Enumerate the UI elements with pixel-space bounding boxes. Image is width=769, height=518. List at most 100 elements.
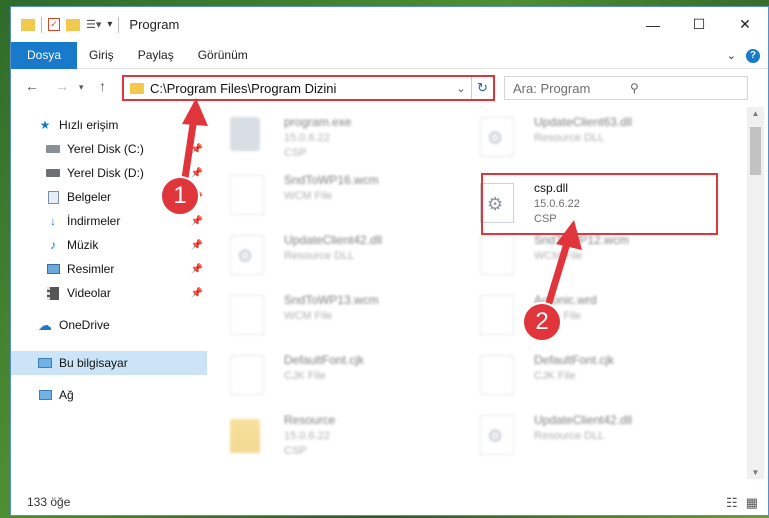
- file-name: DefaultFont.cjk: [534, 353, 615, 367]
- search-placeholder[interactable]: Ara: Program: [513, 81, 630, 96]
- window-controls: — ☐ ✕: [630, 7, 768, 42]
- minimize-icon[interactable]: —: [630, 7, 676, 42]
- sidebar-item-label: OneDrive: [59, 318, 110, 332]
- sidebar-item-label: Belgeler: [67, 190, 112, 204]
- drive-icon: [45, 166, 61, 180]
- sidebar-item-label: Hızlı erişim: [59, 118, 119, 132]
- sidebar-item-drive-c[interactable]: Yerel Disk (C:) 📌: [11, 137, 207, 161]
- address-path[interactable]: C:\Program Files\Program Dizini: [150, 81, 451, 96]
- pin-icon[interactable]: 📌: [191, 168, 203, 179]
- folder-icon[interactable]: [21, 18, 35, 31]
- dll-icon: [480, 117, 514, 157]
- back-icon[interactable]: ←: [25, 78, 39, 94]
- new-folder-icon[interactable]: [66, 18, 80, 31]
- list-item[interactable]: Resource 15.0.6.22 CSP: [216, 407, 456, 463]
- refresh-icon[interactable]: ↻: [471, 77, 493, 99]
- csp-dll-highlight: [481, 173, 718, 235]
- scroll-down-icon[interactable]: ▼: [747, 468, 764, 477]
- sidebar-item-this-pc[interactable]: Bu bilgisayar: [11, 351, 207, 375]
- pin-icon[interactable]: 📌: [191, 216, 203, 227]
- computer-icon: [37, 356, 53, 370]
- sidebar-item-onedrive[interactable]: ☁ OneDrive: [11, 313, 207, 337]
- sidebar-item-music[interactable]: ♪ Müzik 📌: [11, 233, 207, 257]
- list-item[interactable]: program.exe 15.0.6.22 CSP: [216, 109, 456, 165]
- file-name: UpdateClient63.dll: [534, 115, 633, 129]
- dll-icon: [480, 415, 514, 455]
- search-box[interactable]: Ara: Program ⚲: [504, 76, 748, 100]
- file-detail: 15.0.6.22: [284, 430, 330, 442]
- file-detail: CJK File: [534, 370, 576, 382]
- sidebar-item-label: Resimler: [67, 262, 115, 276]
- maximize-icon[interactable]: ☐: [676, 7, 722, 42]
- sidebar-item-pictures[interactable]: Resimler 📌: [11, 257, 207, 281]
- scroll-thumb[interactable]: [750, 127, 761, 175]
- sidebar-item-label: Ağ: [59, 388, 74, 402]
- list-item[interactable]: DefaultFont.cjk CJK File: [216, 347, 456, 403]
- step-2-badge: 2: [522, 302, 562, 342]
- file-icon: [480, 295, 514, 335]
- list-item[interactable]: UpdateClient42.dll Resource DLL: [466, 407, 706, 463]
- recent-locations-icon[interactable]: ▾: [79, 82, 84, 93]
- ribbon-tabs: Dosya Giriş Paylaş Görünüm ⌄ ?: [11, 41, 768, 69]
- pin-icon[interactable]: 📌: [191, 144, 203, 155]
- expand-ribbon-icon[interactable]: ⌄: [727, 49, 736, 62]
- list-item[interactable]: DefaultFont.cjk CJK File: [466, 347, 706, 403]
- file-name: SndToWP16.wcm: [284, 173, 379, 187]
- list-item[interactable]: SndToWP16.wcm WCM File: [216, 167, 456, 223]
- sidebar-item-label: Bu bilgisayar: [59, 356, 128, 370]
- sidebar-item-quick-access[interactable]: ★ Hızlı erişim: [11, 113, 207, 137]
- file-detail: Resource DLL: [534, 430, 605, 442]
- tab-file[interactable]: Dosya: [11, 41, 78, 69]
- step-1-badge: 1: [160, 176, 200, 216]
- pictures-icon: [45, 262, 61, 276]
- file-detail: CSP: [284, 445, 307, 457]
- address-bar[interactable]: C:\Program Files\Program Dizini ⌄ ↻: [122, 75, 495, 101]
- navigation-pane: ★ Hızlı erişim Yerel Disk (C:) 📌 Yerel D…: [11, 107, 207, 467]
- search-icon[interactable]: ⚲: [630, 81, 747, 95]
- status-bar: 133 öğe ☷ ▦: [11, 487, 768, 515]
- file-name: SndToWP12.wcm: [534, 233, 629, 247]
- pin-icon[interactable]: 📌: [191, 240, 203, 251]
- documents-icon: [45, 190, 61, 204]
- list-item[interactable]: UpdateClient42.dll Resource DLL: [216, 227, 456, 283]
- list-item[interactable]: Acronic.wrd WRD File: [466, 287, 706, 343]
- file-detail: Resource DLL: [284, 250, 355, 262]
- tab-home[interactable]: Giriş: [77, 42, 126, 69]
- pin-icon[interactable]: 📌: [191, 264, 203, 275]
- address-dropdown-icon[interactable]: ⌄: [451, 82, 471, 95]
- sidebar-item-label: Müzik: [67, 238, 99, 252]
- view-options-icon[interactable]: ☰▾: [86, 18, 101, 31]
- list-item[interactable]: UpdateClient63.dll Resource DLL: [466, 109, 706, 165]
- list-item[interactable]: SndToWP12.wcm WCM File: [466, 227, 706, 283]
- pin-icon[interactable]: 📌: [191, 288, 203, 299]
- sidebar-item-network[interactable]: Ağ: [11, 383, 207, 407]
- file-name: SndToWP13.wcm: [284, 293, 379, 307]
- file-icon: [480, 355, 514, 395]
- forward-icon[interactable]: →: [55, 78, 69, 94]
- details-view-icon[interactable]: ☷: [726, 495, 738, 511]
- sidebar-item-videos[interactable]: Videolar 📌: [11, 281, 207, 305]
- file-detail: WCM File: [284, 310, 333, 322]
- tab-share[interactable]: Paylaş: [126, 42, 186, 69]
- up-icon[interactable]: ↑: [99, 78, 106, 94]
- large-icons-view-icon[interactable]: ▦: [746, 495, 758, 511]
- file-detail: CJK File: [284, 370, 326, 382]
- file-detail: 15.0.6.22: [284, 132, 330, 144]
- scroll-up-icon[interactable]: ▲: [747, 109, 764, 118]
- tab-view[interactable]: Görünüm: [186, 42, 260, 69]
- item-count: 133 öğe: [27, 495, 71, 509]
- window-title: Program: [129, 17, 180, 32]
- close-icon[interactable]: ✕: [722, 7, 768, 42]
- customize-toolbar-icon[interactable]: ▾: [107, 19, 112, 30]
- download-icon: ↓: [50, 214, 56, 228]
- folder-icon: [130, 82, 144, 94]
- list-item[interactable]: SndToWP13.wcm WCM File: [216, 287, 456, 343]
- vertical-scrollbar[interactable]: ▲ ▼: [747, 107, 764, 479]
- sidebar-item-label: Yerel Disk (D:): [67, 166, 144, 180]
- separator: [41, 16, 42, 33]
- view-switcher: ☷ ▦: [726, 495, 758, 511]
- help-icon[interactable]: ?: [746, 48, 760, 63]
- properties-icon[interactable]: ✓: [48, 18, 60, 31]
- sidebar-item-label: Yerel Disk (C:): [67, 142, 144, 156]
- ribbon-right: ⌄ ?: [727, 42, 760, 69]
